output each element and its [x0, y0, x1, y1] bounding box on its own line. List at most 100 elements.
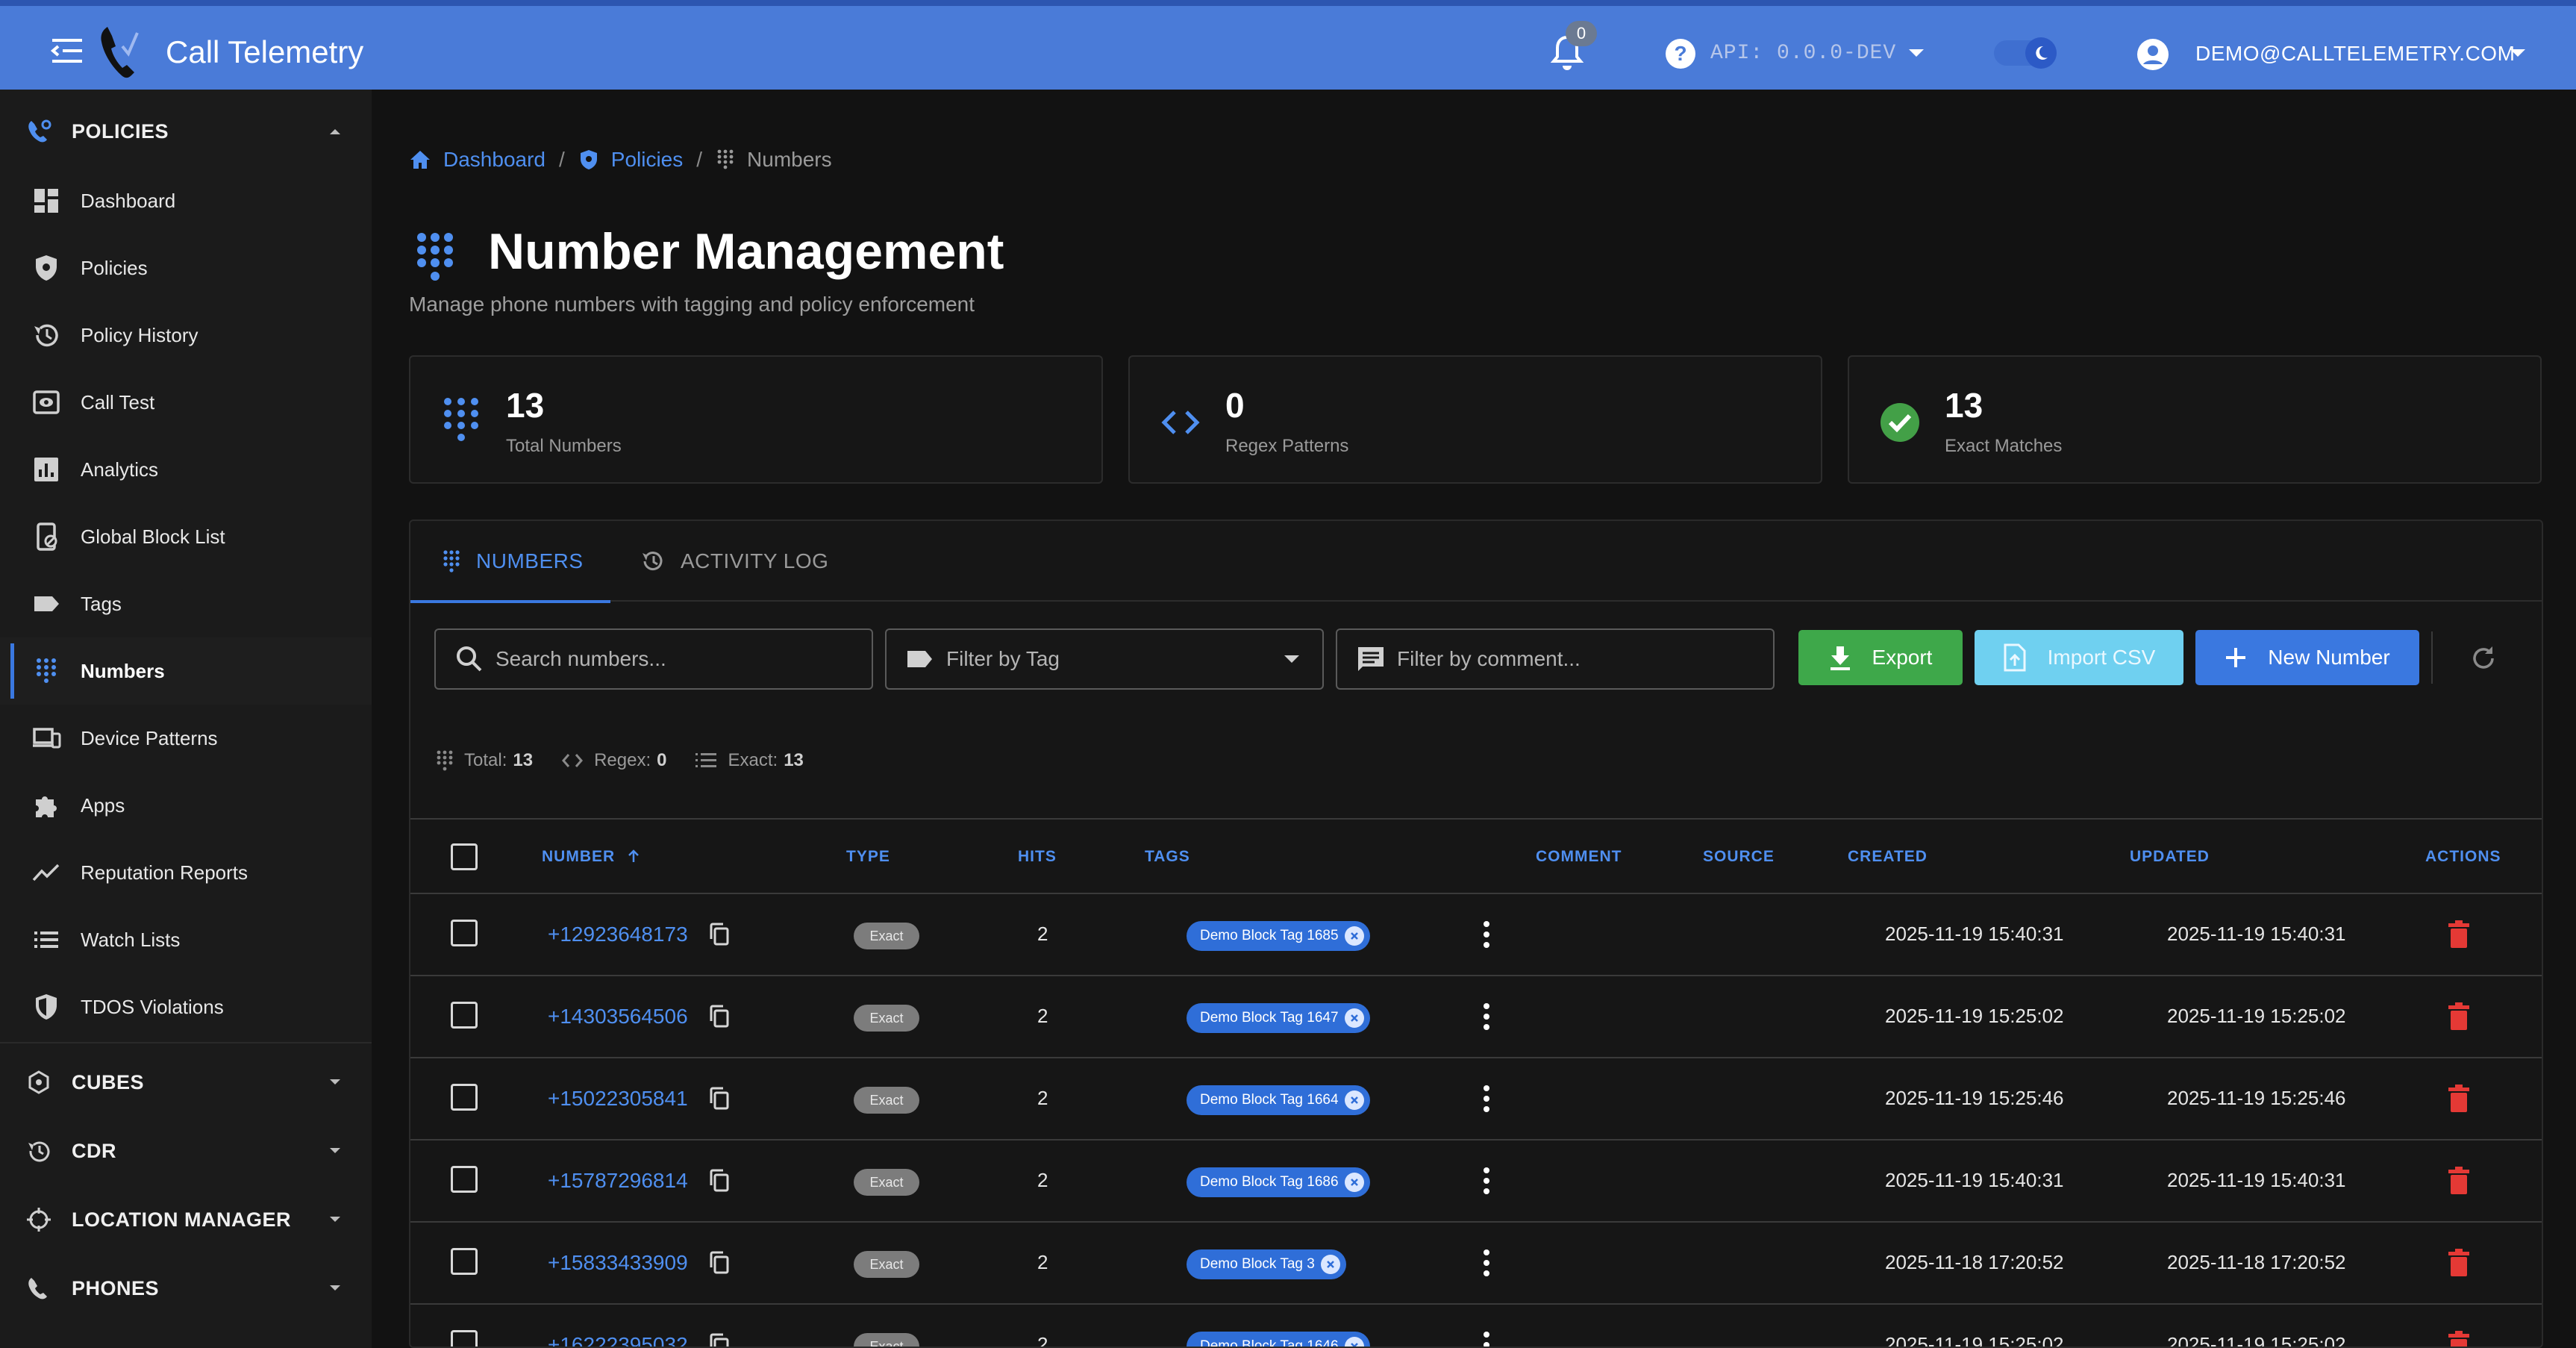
column-header-number[interactable]: NUMBER: [542, 848, 640, 866]
delete-icon[interactable]: [2448, 1248, 2470, 1278]
row-checkbox[interactable]: [451, 1084, 478, 1111]
created-timestamp: 2025-11-19 15:25:02: [1885, 1333, 2064, 1348]
column-header-comment[interactable]: COMMENT: [1536, 848, 1622, 866]
sidebar-section-location-manager[interactable]: LOCATION MANAGER: [0, 1190, 372, 1249]
copy-icon[interactable]: [709, 923, 730, 946]
sidebar-item-policy-history[interactable]: Policy History: [0, 302, 372, 369]
more-vert-icon[interactable]: [1482, 1248, 1491, 1278]
delete-icon[interactable]: [2448, 1166, 2470, 1196]
column-header-updated[interactable]: UPDATED: [2130, 848, 2210, 866]
comment-filter-input[interactable]: Filter by comment...: [1336, 628, 1775, 690]
copy-icon[interactable]: [709, 1087, 730, 1111]
column-header-created[interactable]: CREATED: [1848, 848, 1928, 866]
row-checkbox[interactable]: [451, 1248, 478, 1275]
sidebar-item-numbers[interactable]: Numbers: [0, 637, 372, 705]
new-number-button[interactable]: New Number: [2195, 630, 2419, 685]
sidebar-section-cdr[interactable]: CDR: [0, 1121, 372, 1181]
sidebar-item-analytics[interactable]: Analytics: [0, 436, 372, 503]
tag-remove-icon[interactable]: [1344, 1008, 1364, 1028]
tag-remove-icon[interactable]: [1344, 926, 1364, 946]
more-vert-icon[interactable]: [1482, 1002, 1491, 1032]
devices-icon: [33, 728, 61, 749]
sidebar-item-call-test[interactable]: Call Test: [0, 369, 372, 436]
stat-card-total-numbers: 13 Total Numbers: [409, 355, 1103, 484]
sidebar-item-reputation-reports[interactable]: Reputation Reports: [0, 839, 372, 906]
sidebar-item-device-patterns[interactable]: Device Patterns: [0, 705, 372, 772]
api-version-label[interactable]: API: 0.0.0-DEV: [1710, 42, 1896, 65]
tag-chip: Demo Block Tag 1664: [1187, 1085, 1370, 1115]
page-subtitle: Manage phone numbers with tagging and po…: [409, 293, 975, 316]
breadcrumb-dashboard[interactable]: Dashboard: [409, 148, 545, 172]
refresh-icon[interactable]: [2470, 645, 2497, 672]
row-checkbox[interactable]: [451, 1002, 478, 1029]
sidebar-item-tags[interactable]: Tags: [0, 570, 372, 637]
sidebar-divider: [0, 1042, 372, 1043]
type-badge: Exact: [854, 1333, 919, 1347]
column-header-source[interactable]: SOURCE: [1703, 848, 1775, 866]
copy-icon[interactable]: [709, 1333, 730, 1348]
theme-toggle[interactable]: [1994, 37, 2057, 69]
column-header-tags[interactable]: TAGS: [1145, 848, 1190, 866]
sidebar-item-watch-lists[interactable]: Watch Lists: [0, 906, 372, 973]
tab-activity-log[interactable]: ACTIVITY LOG: [640, 521, 828, 602]
user-email[interactable]: DEMO@CALLTELEMETRY.COM: [2195, 42, 2515, 66]
sidebar-item-tdos-violations[interactable]: TDOS Violations: [0, 973, 372, 1040]
import-csv-button[interactable]: Import CSV: [1975, 630, 2183, 685]
help-icon[interactable]: ?: [1664, 37, 1697, 70]
chevron-down-icon: [330, 1148, 340, 1153]
row-checkbox[interactable]: [451, 1166, 478, 1193]
sidebar-item-global-block-list[interactable]: Global Block List: [0, 503, 372, 570]
tag-filter-select[interactable]: Filter by Tag: [885, 628, 1324, 690]
search-input[interactable]: Search numbers...: [434, 628, 873, 690]
tab-numbers[interactable]: NUMBERS: [410, 521, 610, 603]
tab-bar: NUMBERS ACTIVITY LOG: [410, 521, 2542, 603]
sidebar-item-policies[interactable]: Policies: [0, 234, 372, 302]
tag-remove-icon[interactable]: [1344, 1337, 1364, 1347]
number-link[interactable]: +15787296814: [548, 1169, 688, 1193]
tag-remove-icon[interactable]: [1344, 1090, 1364, 1110]
sidebar-item-apps[interactable]: Apps: [0, 772, 372, 839]
chevron-down-icon[interactable]: [2509, 48, 2527, 58]
dashboard-icon: [34, 189, 58, 213]
search-icon: [457, 646, 482, 672]
delete-icon[interactable]: [2448, 1002, 2470, 1032]
menu-toggle-icon[interactable]: [49, 36, 85, 66]
tag-remove-icon[interactable]: [1344, 1173, 1364, 1192]
breadcrumb-separator: /: [696, 148, 703, 171]
copy-icon[interactable]: [709, 1251, 730, 1275]
tag-remove-icon[interactable]: [1320, 1255, 1340, 1274]
sidebar-item-label: Reputation Reports: [81, 861, 248, 884]
number-link[interactable]: +12923648173: [548, 923, 688, 946]
puzzle-icon: [36, 796, 57, 817]
row-checkbox[interactable]: [451, 920, 478, 946]
copy-icon[interactable]: [709, 1169, 730, 1193]
number-link[interactable]: +14303564506: [548, 1005, 688, 1029]
more-vert-icon[interactable]: [1482, 1084, 1491, 1114]
column-header-hits[interactable]: HITS: [1018, 848, 1057, 866]
column-header-type[interactable]: TYPE: [846, 848, 890, 866]
tag-chip-label: Demo Block Tag 1646: [1200, 1338, 1339, 1348]
number-link[interactable]: +16222395032: [548, 1333, 688, 1347]
more-vert-icon[interactable]: [1482, 920, 1491, 949]
delete-icon[interactable]: [2448, 920, 2470, 949]
account-circle-icon[interactable]: [2136, 37, 2170, 72]
number-link[interactable]: +15022305841: [548, 1087, 688, 1111]
chevron-down-icon[interactable]: [1907, 48, 1925, 58]
created-timestamp: 2025-11-19 15:25:46: [1885, 1087, 2064, 1109]
export-button[interactable]: Export: [1798, 630, 1963, 685]
number-link[interactable]: +15833433909: [548, 1251, 688, 1275]
delete-icon[interactable]: [2448, 1084, 2470, 1114]
sidebar-section-label: PHONES: [72, 1276, 160, 1299]
row-checkbox[interactable]: [451, 1330, 478, 1347]
sidebar-section-policies[interactable]: POLICIES: [0, 102, 372, 161]
more-vert-icon[interactable]: [1482, 1330, 1491, 1348]
more-vert-icon[interactable]: [1482, 1166, 1491, 1196]
delete-icon[interactable]: [2448, 1330, 2470, 1348]
copy-icon[interactable]: [709, 1005, 730, 1029]
sidebar-section-cubes[interactable]: CUBES: [0, 1052, 372, 1112]
select-all-checkbox[interactable]: [451, 843, 478, 870]
sidebar-item-label: Analytics: [81, 458, 159, 481]
breadcrumb-policies[interactable]: Policies: [578, 148, 683, 172]
sidebar-section-phones[interactable]: PHONES: [0, 1258, 372, 1318]
sidebar-item-dashboard[interactable]: Dashboard: [0, 167, 372, 234]
